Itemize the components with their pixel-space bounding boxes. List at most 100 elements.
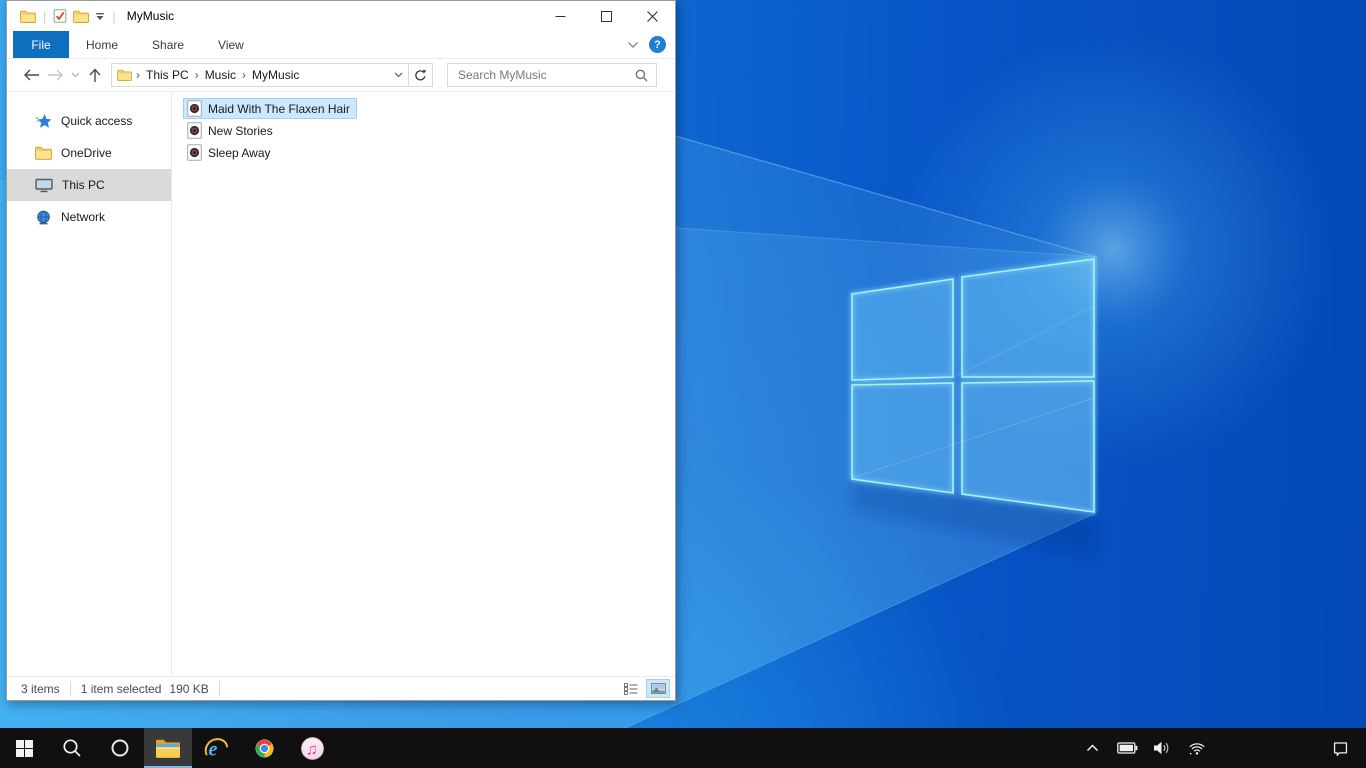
file-row[interactable]: New Stories (183, 120, 280, 141)
help-button[interactable]: ? (649, 36, 666, 53)
maximize-icon (600, 10, 612, 22)
up-button[interactable] (83, 63, 107, 87)
chrome-icon (255, 739, 273, 757)
status-selection: 1 item selected (80, 681, 162, 696)
tab-file[interactable]: File (13, 31, 69, 58)
refresh-icon (415, 69, 427, 80)
battery-icon (1116, 742, 1137, 754)
audio-file-icon (187, 144, 202, 161)
address-bar[interactable]: › This PC › Music › MyMusic (111, 63, 409, 87)
sidebar-item-quick-access[interactable]: Quick access (7, 105, 171, 137)
desktop: | | MyMusic File Home Share View ? › Thi… (0, 0, 1366, 768)
new-folder-icon (73, 10, 89, 23)
up-arrow-icon (89, 67, 101, 82)
taskbar: e ♫ (0, 728, 1366, 768)
status-bar: 3 items 1 item selected 190 KB (7, 676, 675, 700)
cortana-button[interactable] (96, 728, 144, 768)
customize-qat-button[interactable] (92, 5, 108, 27)
status-selection-size: 190 KB (169, 681, 209, 696)
address-folder-icon (117, 69, 132, 81)
sidebar-item-network[interactable]: Network (7, 201, 171, 233)
close-button[interactable] (629, 1, 675, 31)
show-hidden-icons-button[interactable] (1078, 728, 1106, 768)
qat-dropdown-icon (96, 12, 105, 20)
chevron-up-icon (1086, 744, 1098, 752)
battery-button[interactable] (1113, 728, 1141, 768)
expand-ribbon-chevron-icon[interactable] (627, 41, 639, 49)
onedrive-folder-icon (35, 146, 52, 160)
action-center-icon (1333, 741, 1347, 756)
start-button[interactable] (0, 728, 48, 768)
cortana-icon (111, 739, 129, 757)
forward-arrow-icon (47, 69, 63, 81)
action-center-button[interactable] (1326, 728, 1354, 768)
details-view-button[interactable] (619, 679, 643, 698)
thumbnails-view-icon (650, 683, 666, 694)
properties-button[interactable] (50, 5, 70, 27)
breadcrumb-this-pc[interactable]: This PC (144, 68, 191, 82)
internet-explorer-icon: e (204, 738, 228, 761)
tab-view[interactable]: View (201, 31, 261, 58)
minimize-button[interactable] (537, 1, 583, 31)
file-explorer-icon (156, 739, 180, 758)
breadcrumb-chevron[interactable]: › (132, 68, 144, 82)
maximize-button[interactable] (583, 1, 629, 31)
internet-explorer-button[interactable]: e (192, 728, 240, 768)
taskbar-file-explorer-button[interactable] (144, 728, 192, 768)
breadcrumb-chevron[interactable]: › (191, 68, 203, 82)
taskbar-search-button[interactable] (48, 728, 96, 768)
volume-button[interactable] (1148, 728, 1176, 768)
file-list[interactable]: Maid With The Flaxen Hair New Stories Sl… (172, 92, 675, 676)
back-arrow-icon (23, 69, 39, 81)
new-folder-button[interactable] (70, 5, 92, 27)
network-globe-icon (37, 210, 50, 224)
breadcrumb-mymusic[interactable]: MyMusic (250, 68, 301, 82)
thumbnails-view-button[interactable] (646, 679, 670, 698)
file-name: Sleep Away (208, 145, 271, 160)
file-row[interactable]: Maid With The Flaxen Hair (183, 98, 357, 119)
recent-locations-button[interactable] (67, 63, 83, 87)
search-icon[interactable] (635, 69, 648, 82)
sidebar-item-label: Quick access (61, 114, 133, 128)
svg-text:♫: ♫ (305, 741, 317, 758)
refresh-button[interactable] (409, 63, 433, 87)
separator: | (43, 8, 47, 24)
breadcrumb-chevron[interactable]: › (238, 68, 250, 82)
chrome-button[interactable] (240, 728, 288, 768)
wifi-button[interactable] (1183, 728, 1211, 768)
breadcrumb-music[interactable]: Music (203, 68, 238, 82)
file-name: Maid With The Flaxen Hair (208, 101, 350, 116)
caption-buttons (537, 1, 675, 31)
tab-share[interactable]: Share (135, 31, 201, 58)
ribbon-tabs: File Home Share View ? (7, 31, 675, 59)
address-dropdown-button[interactable] (394, 72, 403, 78)
recent-locations-chevron-icon (71, 72, 79, 78)
taskbar-search-icon (63, 739, 81, 757)
navigation-pane: Quick access OneDrive This PC Network (7, 92, 172, 676)
svg-text:e: e (209, 739, 218, 761)
forward-button[interactable] (43, 63, 67, 87)
wifi-icon (1189, 743, 1205, 755)
sidebar-item-onedrive[interactable]: OneDrive (7, 137, 171, 169)
file-explorer-window: | | MyMusic File Home Share View ? › Thi… (6, 0, 676, 701)
sidebar-item-label: This PC (62, 178, 105, 192)
audio-file-icon (187, 100, 202, 117)
window-title: MyMusic (126, 9, 175, 23)
back-button[interactable] (19, 63, 43, 87)
speaker-icon (1154, 741, 1169, 755)
separator (69, 681, 71, 696)
search-input[interactable] (456, 67, 635, 83)
tab-home[interactable]: Home (69, 31, 135, 58)
navigation-toolbar: › This PC › Music › MyMusic (7, 59, 675, 92)
system-tray (1078, 728, 1366, 768)
status-item-count: 3 items (21, 681, 60, 696)
sidebar-item-this-pc[interactable]: This PC (7, 169, 171, 201)
file-name: New Stories (208, 123, 273, 138)
this-pc-monitor-icon (35, 178, 53, 192)
title-bar[interactable]: | | MyMusic (7, 1, 675, 31)
minimize-icon (555, 15, 565, 17)
file-row[interactable]: Sleep Away (183, 142, 278, 163)
close-icon (646, 10, 658, 22)
itunes-button[interactable]: ♫ (288, 728, 336, 768)
separator (218, 681, 220, 696)
